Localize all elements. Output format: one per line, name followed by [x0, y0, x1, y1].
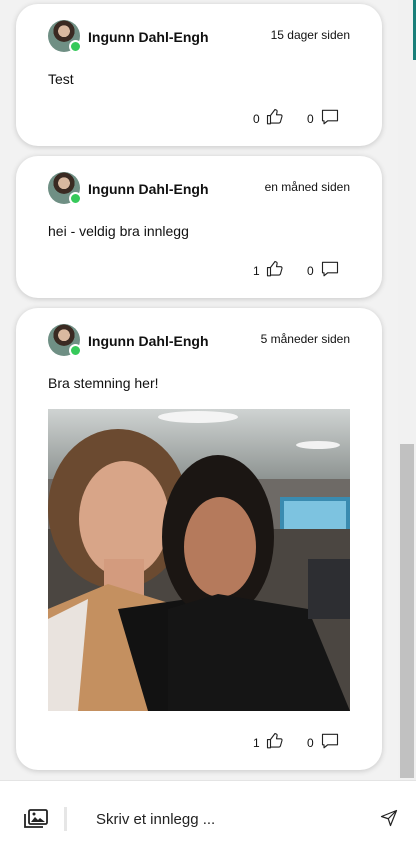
post-author[interactable]: Ingunn Dahl-Engh	[88, 29, 209, 45]
post-card: Ingunn Dahl-Engh en måned siden hei - ve…	[16, 156, 382, 298]
feed-scroll-area[interactable]: Ingunn Dahl-Engh 15 dager siden Test 0 0…	[0, 0, 398, 780]
image-gallery-icon[interactable]	[24, 809, 48, 829]
post-card: Ingunn Dahl-Engh 15 dager siden Test 0 0	[16, 4, 382, 146]
send-icon[interactable]	[380, 809, 398, 827]
selfie-photo	[48, 409, 350, 711]
comment-count: 0	[307, 112, 314, 126]
online-indicator	[69, 192, 82, 205]
like-count: 1	[253, 264, 260, 278]
post-timestamp: 15 dager siden	[270, 28, 350, 42]
comment-count: 0	[307, 264, 314, 278]
thumbs-up-icon[interactable]	[266, 732, 284, 750]
comment-icon[interactable]	[321, 108, 339, 126]
composer-bar: Skriv et innlegg ...	[0, 780, 416, 853]
post-timestamp: en måned siden	[264, 180, 350, 194]
avatar[interactable]	[48, 324, 82, 357]
post-author[interactable]: Ingunn Dahl-Engh	[88, 181, 209, 197]
scrollbar-thumb[interactable]	[400, 444, 414, 778]
online-indicator	[69, 40, 82, 53]
divider	[64, 807, 67, 831]
post-text: Bra stemning her!	[48, 375, 159, 391]
post-image[interactable]	[48, 409, 350, 711]
post-author[interactable]: Ingunn Dahl-Engh	[88, 333, 209, 349]
post-text: Test	[48, 71, 74, 87]
post-card: Ingunn Dahl-Engh 5 måneder siden Bra ste…	[16, 308, 382, 770]
comment-icon[interactable]	[321, 732, 339, 750]
post-timestamp: 5 måneder siden	[260, 332, 350, 346]
comment-icon[interactable]	[321, 260, 339, 278]
online-indicator	[69, 344, 82, 357]
post-input[interactable]: Skriv et innlegg ...	[96, 811, 215, 828]
post-text: hei - veldig bra innlegg	[48, 223, 189, 239]
avatar[interactable]	[48, 20, 82, 53]
thumbs-up-icon[interactable]	[266, 108, 284, 126]
thumbs-up-icon[interactable]	[266, 260, 284, 278]
avatar[interactable]	[48, 172, 82, 205]
like-count: 1	[253, 736, 260, 750]
like-count: 0	[253, 112, 260, 126]
comment-count: 0	[307, 736, 314, 750]
